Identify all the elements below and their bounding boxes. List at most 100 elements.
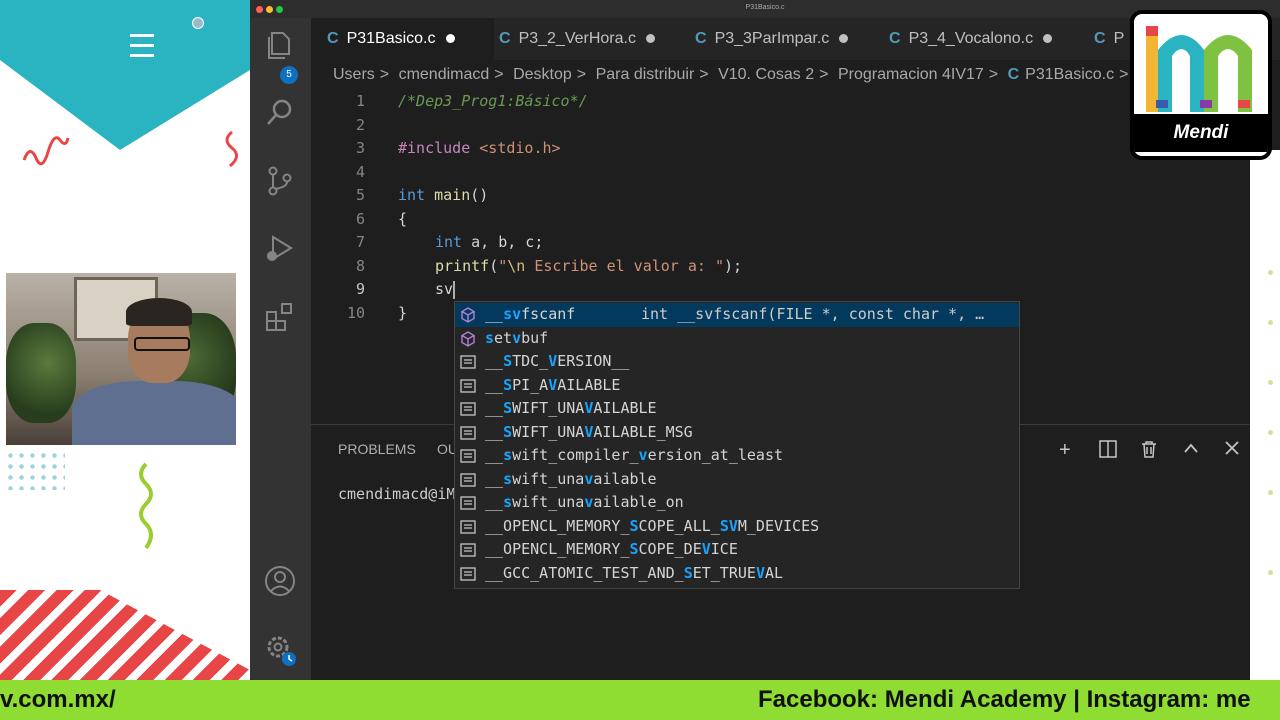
text-snippet-icon [460,355,476,369]
suggestion-item[interactable]: __swift_unavailable_on [455,491,1019,515]
keyword: int [398,186,426,204]
suggestion-item[interactable]: __SWIFT_UNAVAILABLE [455,397,1019,421]
code-punctuation: ( [489,256,499,275]
breadcrumb-item[interactable]: Users [333,66,375,83]
dots-decoration [5,450,65,490]
function-name: main [434,186,471,204]
include-header: <stdio.h> [479,139,561,157]
method-cube-icon [461,330,475,347]
code-punctuation: () [470,186,489,204]
breadcrumb-item[interactable]: Programacion 4IV17 [838,66,984,83]
suggestion-item[interactable]: __STDC_VERSION__ [455,350,1019,374]
autocomplete-suggestions: __svfscanf int __svfscanf(FILE *, const c… [454,301,1020,589]
explorer-files-icon[interactable] [263,28,297,62]
scm-count-badge: 5 [280,66,298,84]
menu-icon [130,34,154,64]
breadcrumb-item[interactable]: cmendimacd [399,66,490,83]
tab-label: P [1113,30,1125,47]
social-links-text: Facebook: Mendi Academy | Instagram: me [758,686,1251,713]
suggestion-item[interactable]: __OPENCL_MEMORY_SCOPE_DEVICE [455,538,1019,562]
tab-label: P3_2_VerHora.c [518,30,636,47]
unsaved-dot-icon[interactable] [445,34,455,44]
text-snippet-icon [460,402,476,416]
breadcrumb-item[interactable]: Desktop [513,66,572,83]
c-file-icon: C [1007,66,1020,83]
typed-text: sv [435,280,454,298]
window-title: P31Basico.c [745,4,785,11]
breadcrumb-item[interactable]: V10. Cosas 2 [718,66,814,83]
split-terminal-icon[interactable] [1099,440,1117,458]
right-decoration [1250,150,1280,680]
c-file-icon: C [499,30,511,47]
text-snippet-icon [460,449,476,463]
social-footer-banner: v.com.mx/ Facebook: Mendi Academy | Inst… [0,680,1280,720]
tab-p3-4-vocalono[interactable]: C P3_4_Vocalono.c [873,18,1053,60]
line-number: 2 [355,115,365,134]
c-file-icon: C [1094,30,1106,47]
line-number: 1 [355,92,365,110]
source-control-icon[interactable] [263,164,297,198]
suggestion-item[interactable]: __OPENCL_MEMORY_SCOPE_ALL_SVM_DEVICES [455,515,1019,539]
terminal-prompt[interactable]: cmendimacd@iM [338,485,455,503]
suggestion-item[interactable]: __svfscanf int __svfscanf(FILE *, const c… [455,303,1019,327]
website-url: v.com.mx/ [0,686,116,713]
striped-decoration [0,590,250,680]
suggestion-item[interactable]: __swift_compiler_version_at_least [455,444,1019,468]
settings-gear-icon[interactable] [263,632,297,666]
tab-label: P3_3ParImpar.c [714,30,830,47]
tab-label: P3_4_Vocalono.c [908,30,1034,47]
breadcrumb-item[interactable]: Para distribuir [596,66,695,83]
keyword: int [435,233,463,251]
unsaved-dot-icon[interactable] [839,34,849,44]
logo-m-icon [1146,26,1252,112]
text-snippet-icon [460,566,476,581]
line-number: 9 [355,280,365,298]
tab-truncated[interactable]: CP [1078,18,1124,60]
run-debug-icon[interactable] [263,232,297,266]
c-file-icon: C [327,30,339,47]
dot-decoration [192,17,204,29]
variable-declaration: a, b, c; [471,233,544,251]
account-icon[interactable] [263,564,297,598]
line-number: 3 [355,139,365,157]
extensions-icon[interactable] [263,300,297,334]
search-icon[interactable] [263,96,297,130]
red-squiggle-icon [22,136,70,166]
text-snippet-icon [460,496,476,510]
logo-text: Mendi Academy [1134,114,1268,152]
suggestion-item[interactable]: __SPI_AVAILABLE [455,374,1019,398]
line-number: 10 [346,303,365,322]
suggestion-item[interactable]: __swift_unavailable [455,468,1019,492]
tab-p3-3-parimpar[interactable]: C P3_3ParImpar.c [679,18,849,60]
breadcrumb-file[interactable]: P31Basico.c [1025,66,1114,83]
breadcrumb: Users > cmendimacd > Desktop > Para distrib… [333,64,1156,86]
tab-p3-2-verhora[interactable]: C P3_2_VerHora.c [483,18,655,60]
function-call: printf [435,256,490,275]
unsaved-dot-icon[interactable] [645,34,655,44]
chevron-up-icon[interactable] [1183,442,1199,454]
unsaved-dot-icon[interactable] [1043,34,1053,44]
suggestion-detail: int __svfscanf(FILE *, const char *, … [641,305,985,323]
text-snippet-icon [460,425,476,440]
preprocessor-directive: #include [398,139,471,157]
line-number: 8 [355,256,365,275]
text-snippet-icon [460,519,476,534]
text-snippet-icon [460,543,476,557]
suggestion-item[interactable]: __SWIFT_UNAVAILABLE_MSG [455,421,1019,445]
suggestion-item[interactable]: setvbuf [455,327,1019,351]
method-cube-icon [461,307,475,323]
code-comment: /*Dep3_Prog1:Básico*/ [398,92,588,110]
string-literal: " [498,256,508,275]
tab-p31basico[interactable]: C P31Basico.c [311,18,494,60]
close-panel-icon[interactable] [1225,441,1239,455]
suggestion-item[interactable]: __GCC_ATOMIC_TEST_AND_SET_TRUEVAL [455,562,1019,586]
text-snippet-icon [460,378,476,393]
trash-icon[interactable] [1141,440,1157,458]
line-number: 5 [355,186,365,204]
add-terminal-icon[interactable]: + [1059,439,1071,462]
tab-problems[interactable]: PROBLEMS [338,441,416,457]
code-brace: { [398,209,408,228]
line-number: 6 [355,209,365,228]
red-squiggle-icon [225,130,238,168]
presenter-glasses [134,337,190,351]
